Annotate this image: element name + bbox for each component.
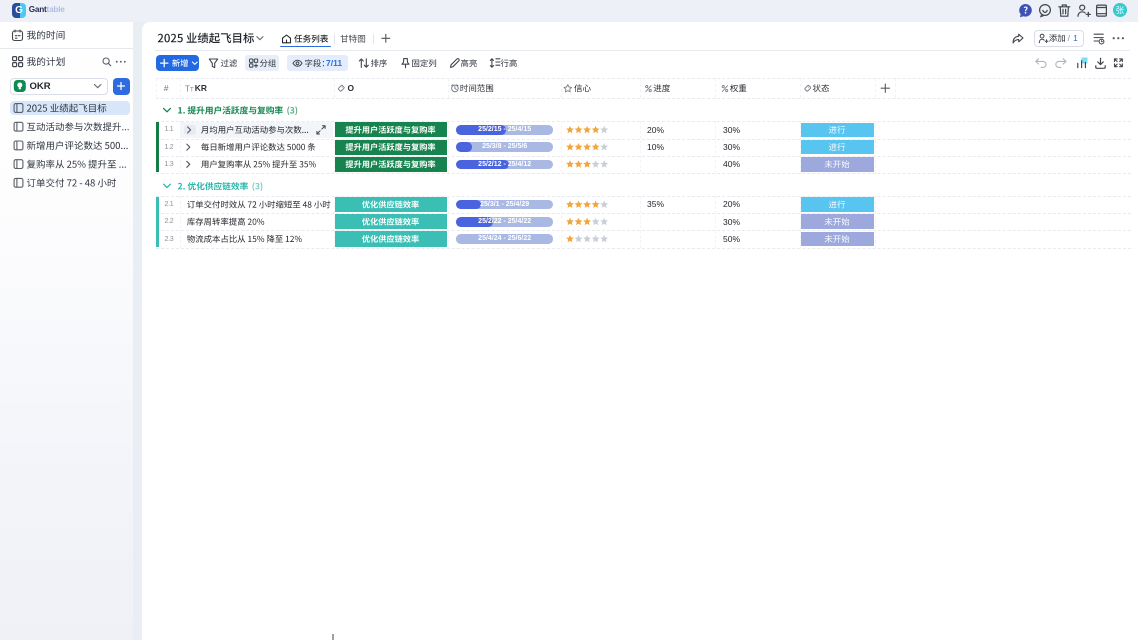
svg-text:T: T	[190, 88, 194, 94]
